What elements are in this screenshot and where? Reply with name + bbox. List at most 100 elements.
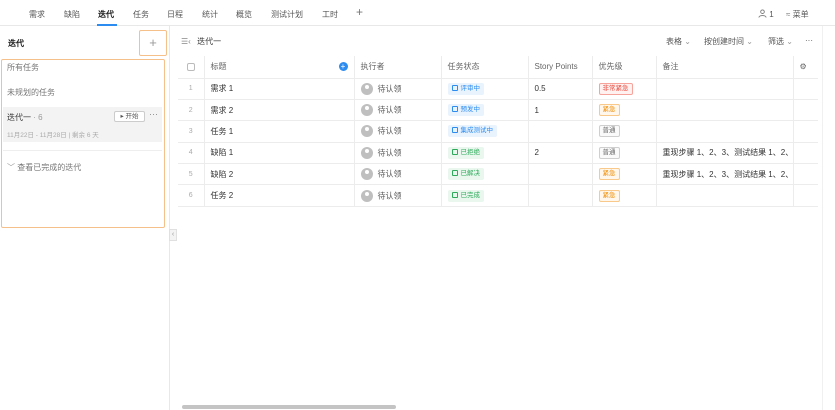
status-badge: 已解决 bbox=[447, 168, 484, 181]
tab-work-hours[interactable]: 工时 bbox=[322, 9, 338, 20]
scroll-edge bbox=[822, 26, 823, 410]
filter-label: 筛选 bbox=[768, 37, 784, 46]
row-index: 2 bbox=[178, 99, 205, 122]
menu-label: 菜单 bbox=[792, 10, 809, 19]
status-badge: 评审中 bbox=[447, 82, 484, 95]
assignee-cell[interactable]: 待认领 bbox=[354, 78, 442, 100]
view-completed-toggle[interactable]: ﹀ 查看已完成的迭代 bbox=[7, 162, 81, 173]
select-all-checkbox[interactable] bbox=[178, 56, 205, 79]
assignee-cell[interactable]: 待认领 bbox=[354, 184, 442, 207]
task-title[interactable]: 需求 1 bbox=[204, 78, 355, 100]
status-badge: 已拒绝 bbox=[447, 146, 484, 159]
horizontal-scrollbar[interactable] bbox=[182, 405, 396, 409]
task-title[interactable]: 缺陷 1 bbox=[204, 142, 355, 165]
priority-cell[interactable]: 紧急 bbox=[592, 163, 657, 186]
column-note[interactable]: 备注 bbox=[656, 56, 794, 79]
column-assignee[interactable]: 执行者 bbox=[354, 56, 442, 79]
sidebar-item-iteration[interactable]: 迭代一 · 6 11月22日 - 11月28日 | 剩余 6 天 ▸ 开始 ··… bbox=[3, 107, 162, 142]
iteration-name: 迭代一 · 6 bbox=[7, 112, 43, 123]
table-row[interactable]: 5缺陷 2 待认领 已解决 紧急 重现步骤 1、2、3、测试结果 1、2、3、期望结..… bbox=[178, 163, 818, 186]
iteration-list-panel bbox=[1, 59, 165, 228]
chevron-down-icon: ⌄ bbox=[746, 37, 753, 46]
assignee-cell[interactable]: 待认领 bbox=[354, 163, 442, 186]
status-icon bbox=[451, 127, 458, 134]
status-cell[interactable]: 已解决 bbox=[441, 163, 529, 186]
assignee-cell[interactable]: 待认领 bbox=[354, 99, 442, 122]
menu-button[interactable]: ≈ 菜单 bbox=[786, 9, 809, 20]
tab-requirements[interactable]: 需求 bbox=[29, 9, 45, 20]
list-toggle-icon[interactable]: ☰‹ bbox=[181, 37, 191, 46]
note-cell[interactable] bbox=[656, 184, 794, 207]
task-title[interactable]: 任务 1 bbox=[204, 120, 355, 143]
add-iteration-button[interactable]: + bbox=[139, 30, 167, 56]
status-cell[interactable]: 评审中 bbox=[441, 78, 529, 100]
note-cell[interactable] bbox=[656, 99, 794, 122]
tab-tasks[interactable]: 任务 bbox=[133, 9, 149, 20]
tab-overview[interactable]: 概览 bbox=[236, 9, 252, 20]
status-badge: 预发中 bbox=[447, 104, 484, 117]
status-icon bbox=[451, 191, 458, 198]
members-button[interactable]: 1 bbox=[758, 9, 774, 19]
tab-schedule[interactable]: 日程 bbox=[167, 9, 183, 20]
priority-cell[interactable]: 紧急 bbox=[592, 99, 657, 122]
assignee-cell[interactable]: 待认领 bbox=[354, 120, 442, 143]
avatar bbox=[360, 82, 373, 95]
assignee-cell[interactable]: 待认领 bbox=[354, 142, 442, 165]
table-row[interactable]: 2 需求 2 待认领 预发中 1 紧急 bbox=[178, 99, 818, 122]
status-label: 评审中 bbox=[460, 84, 481, 92]
status-badge: 已完成 bbox=[447, 189, 484, 202]
chevron-down-icon: ⌄ bbox=[684, 37, 691, 46]
view-select[interactable]: 表格 ⌄ bbox=[666, 36, 691, 47]
priority-cell[interactable]: 普通 bbox=[592, 120, 657, 143]
sidebar-item-all-tasks[interactable]: 所有任务 bbox=[7, 62, 39, 73]
status-cell[interactable]: 集成测试中 bbox=[441, 120, 529, 143]
sort-select[interactable]: 按创建时间 ⌄ bbox=[704, 36, 753, 47]
add-tab-button[interactable]: + bbox=[356, 5, 363, 19]
add-field-icon[interactable]: + bbox=[338, 62, 348, 72]
column-title[interactable]: 标题 + bbox=[204, 56, 355, 79]
column-story-points[interactable]: Story Points bbox=[528, 56, 593, 79]
tab-statistics[interactable]: 统计 bbox=[202, 9, 218, 20]
story-points-cell[interactable]: 1 bbox=[528, 99, 593, 122]
story-points-cell[interactable] bbox=[528, 184, 593, 207]
column-status[interactable]: 任务状态 bbox=[441, 56, 529, 79]
toolbar-more-button[interactable]: ··· bbox=[805, 36, 813, 45]
sidebar-item-unplanned[interactable]: 未规划的任务 bbox=[7, 87, 55, 98]
table-row[interactable]: 1 需求 1 待认领 评审中 0.5 非常紧急 bbox=[178, 78, 818, 100]
gear-icon[interactable]: ⚙ bbox=[793, 56, 818, 79]
story-points-cell[interactable]: 2 bbox=[528, 142, 593, 165]
sidebar-divider bbox=[3, 150, 162, 151]
task-title[interactable]: 需求 2 bbox=[204, 99, 355, 122]
row-index: 1 bbox=[178, 78, 205, 100]
table-row[interactable]: 4缺陷 1 待认领 已拒绝 2 普通 重现步骤 1、2、3、测试结果 1、2、3、期望结.… bbox=[178, 142, 818, 165]
start-iteration-button[interactable]: ▸ 开始 bbox=[114, 111, 145, 122]
status-label: 已拒绝 bbox=[460, 148, 481, 156]
note-cell[interactable] bbox=[656, 78, 794, 100]
table-row[interactable]: 6 任务 2 待认领 已完成 紧急 bbox=[178, 184, 818, 207]
priority-cell[interactable]: 普通 bbox=[592, 142, 657, 165]
toolbar: ☰‹ 迭代一 表格 ⌄ 按创建时间 ⌄ 筛选 ⌄ ··· bbox=[171, 26, 835, 56]
status-cell[interactable]: 已完成 bbox=[441, 184, 529, 207]
tab-defects[interactable]: 缺陷 bbox=[64, 9, 80, 20]
tab-iterations[interactable]: 迭代 bbox=[98, 9, 114, 20]
note-cell[interactable]: 重现步骤 1、2、3、测试结果 1、2、3、期望结... bbox=[656, 142, 794, 165]
priority-cell[interactable]: 紧急 bbox=[592, 184, 657, 207]
status-cell[interactable]: 已拒绝 bbox=[441, 142, 529, 165]
note-cell[interactable] bbox=[656, 120, 794, 143]
story-points-cell[interactable]: 0.5 bbox=[528, 78, 593, 100]
table-row[interactable]: 3 任务 1 待认领 集成测试中 普通 bbox=[178, 120, 818, 143]
tab-test-plan[interactable]: 测试计划 bbox=[271, 9, 303, 20]
story-points-cell[interactable] bbox=[528, 120, 593, 143]
task-title[interactable]: 缺陷 2 bbox=[204, 163, 355, 186]
iteration-more-button[interactable]: ··· bbox=[149, 109, 158, 119]
note-cell[interactable]: 重现步骤 1、2、3、测试结果 1、2、3、期望结... bbox=[656, 163, 794, 186]
priority-cell[interactable]: 非常紧急 bbox=[592, 78, 657, 100]
status-cell[interactable]: 预发中 bbox=[441, 99, 529, 122]
chevron-down-icon: ﹀ bbox=[7, 163, 15, 172]
story-points-cell[interactable] bbox=[528, 163, 593, 186]
task-title[interactable]: 任务 2 bbox=[204, 184, 355, 207]
row-index: 3 bbox=[178, 120, 205, 143]
collapse-sidebar-button[interactable]: ‹ bbox=[169, 229, 177, 241]
column-priority[interactable]: 优先级 bbox=[592, 56, 657, 79]
filter-select[interactable]: 筛选 ⌄ bbox=[768, 36, 793, 47]
